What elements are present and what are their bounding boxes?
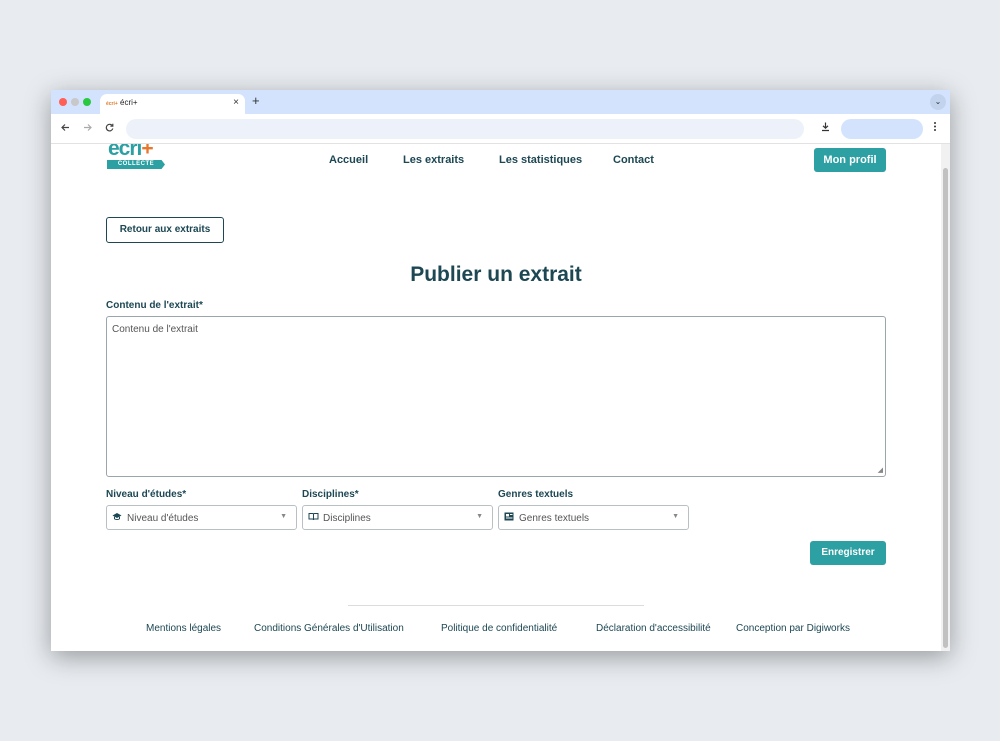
chevron-down-icon: ▼	[672, 513, 679, 520]
browser-window: écri+ écri+ × + ⌄ écri+ COLLECTE Accueil…	[51, 90, 950, 651]
chevron-down-icon: ▼	[476, 513, 483, 520]
nav-contact[interactable]: Contact	[613, 154, 654, 166]
niveau-select[interactable]: Niveau d'études ▼	[106, 505, 297, 530]
profile-chip[interactable]	[841, 119, 923, 139]
resize-grip-icon[interactable]: ◢	[878, 466, 883, 474]
nav-accueil[interactable]: Accueil	[329, 154, 368, 166]
nav-statistiques[interactable]: Les statistiques	[499, 154, 582, 166]
page-viewport: écri+ COLLECTE Accueil Les extraits Les …	[51, 144, 950, 651]
logo-banner: COLLECTE	[107, 160, 165, 169]
graduation-cap-icon	[112, 512, 122, 523]
book-icon	[308, 512, 319, 523]
footer-link-mentions[interactable]: Mentions légales	[146, 623, 221, 634]
nav-extraits[interactable]: Les extraits	[403, 154, 464, 166]
content-placeholder: Contenu de l'extrait	[112, 324, 198, 335]
reload-icon[interactable]	[104, 122, 115, 136]
kebab-menu-icon[interactable]	[933, 121, 937, 135]
footer-divider	[348, 605, 644, 606]
favicon-icon: écri+	[106, 101, 118, 107]
browser-toolbar	[51, 114, 950, 144]
minimize-window-button[interactable]	[71, 98, 79, 106]
disciplines-select[interactable]: Disciplines ▼	[302, 505, 493, 530]
newspaper-icon	[504, 512, 514, 523]
tab-title: écri+	[120, 98, 138, 107]
new-tab-icon[interactable]: +	[252, 93, 260, 108]
page-title: Publier un extrait	[410, 263, 582, 286]
address-bar[interactable]	[126, 119, 804, 139]
genres-select[interactable]: Genres textuels ▼	[498, 505, 689, 530]
save-button[interactable]: Enregistrer	[810, 541, 886, 565]
site-logo[interactable]: écri+ COLLECTE	[107, 144, 167, 176]
genres-label: Genres textuels	[498, 489, 574, 500]
disciplines-label: Disciplines*	[302, 489, 359, 500]
page-scrollbar[interactable]	[941, 144, 950, 651]
tab-search-icon[interactable]: ⌄	[930, 94, 946, 110]
genres-placeholder: Genres textuels	[519, 513, 590, 524]
footer-link-accessibilite[interactable]: Déclaration d'accessibilité	[596, 623, 711, 634]
niveau-placeholder: Niveau d'études	[127, 513, 199, 524]
footer-link-cgu[interactable]: Conditions Générales d'Utilisation	[254, 623, 404, 634]
browser-tab[interactable]: écri+ écri+ ×	[100, 94, 245, 114]
footer-link-confidentialite[interactable]: Politique de confidentialité	[441, 623, 557, 634]
forward-arrow-icon[interactable]	[82, 122, 93, 136]
tab-bar: écri+ écri+ × + ⌄	[51, 90, 950, 114]
back-to-extracts-button[interactable]: Retour aux extraits	[106, 217, 224, 243]
footer-link-digiworks[interactable]: Conception par Digiworks	[736, 623, 850, 634]
niveau-label: Niveau d'études*	[106, 489, 187, 500]
scroll-thumb[interactable]	[943, 168, 948, 648]
close-tab-icon[interactable]: ×	[233, 97, 239, 108]
profile-button[interactable]: Mon profil	[814, 148, 886, 172]
content-label: Contenu de l'extrait*	[106, 300, 203, 311]
close-window-button[interactable]	[59, 98, 67, 106]
maximize-window-button[interactable]	[83, 98, 91, 106]
back-arrow-icon[interactable]	[60, 122, 71, 136]
disciplines-placeholder: Disciplines	[323, 513, 371, 524]
content-textarea[interactable]: Contenu de l'extrait ◢	[106, 316, 886, 477]
logo-wordmark: écri+	[108, 144, 154, 160]
chevron-down-icon: ▼	[280, 513, 287, 520]
download-icon[interactable]	[820, 121, 831, 135]
